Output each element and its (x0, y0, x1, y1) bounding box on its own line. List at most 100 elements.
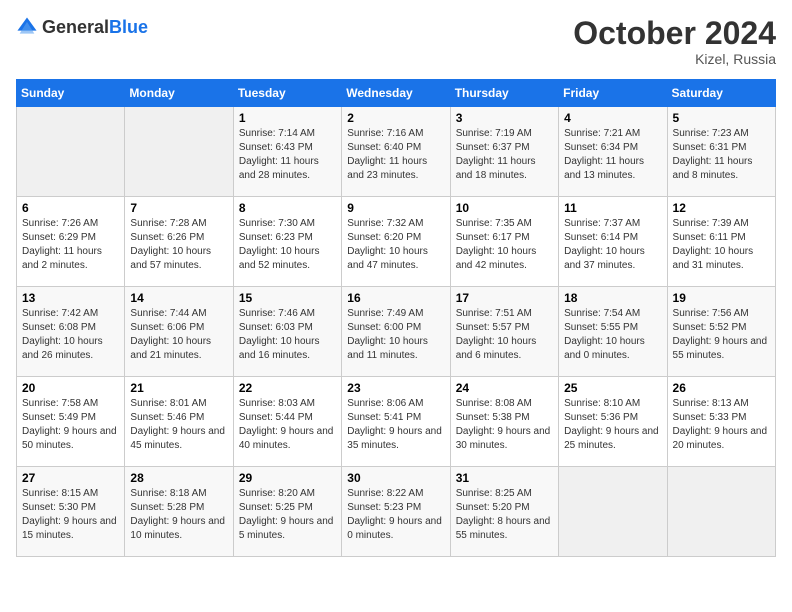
day-number: 2 (347, 111, 444, 125)
day-number: 5 (673, 111, 770, 125)
day-detail: Sunrise: 7:49 AMSunset: 6:00 PMDaylight:… (347, 307, 444, 363)
logo: GeneralBlue (16, 16, 148, 38)
day-detail: Sunrise: 8:22 AMSunset: 5:23 PMDaylight:… (347, 487, 444, 543)
day-number: 21 (130, 381, 227, 395)
calendar-cell (559, 467, 667, 557)
day-detail: Sunrise: 8:25 AMSunset: 5:20 PMDaylight:… (456, 487, 553, 543)
calendar-header-row: SundayMondayTuesdayWednesdayThursdayFrid… (17, 80, 776, 107)
day-number: 1 (239, 111, 336, 125)
day-detail: Sunrise: 7:26 AMSunset: 6:29 PMDaylight:… (22, 217, 119, 273)
day-number: 22 (239, 381, 336, 395)
calendar-cell: 7Sunrise: 7:28 AMSunset: 6:26 PMDaylight… (125, 197, 233, 287)
day-detail: Sunrise: 7:21 AMSunset: 6:34 PMDaylight:… (564, 127, 661, 183)
calendar-cell: 21 Sunrise: 8:01 AMSunset: 5:46 PMDayligh… (125, 377, 233, 467)
day-number: 27 (22, 471, 119, 485)
calendar-cell: 18Sunrise: 7:54 AMSunset: 5:55 PMDayligh… (559, 287, 667, 377)
day-detail: Sunrise: 8:10 AMSunset: 5:36 PMDaylight:… (564, 397, 661, 453)
calendar-cell (17, 107, 125, 197)
day-number: 3 (456, 111, 553, 125)
calendar-cell: 2 Sunrise: 7:16 AMSunset: 6:40 PMDaylight… (342, 107, 450, 197)
day-detail: Sunrise: 7:37 AMSunset: 6:14 PMDaylight:… (564, 217, 661, 273)
day-number: 9 (347, 201, 444, 215)
calendar-cell: 31 Sunrise: 8:25 AMSunset: 5:20 PMDayligh… (450, 467, 558, 557)
day-detail: Sunrise: 7:16 AMSunset: 6:40 PMDaylight:… (347, 127, 444, 183)
calendar-cell: 28 Sunrise: 8:18 AMSunset: 5:28 PMDayligh… (125, 467, 233, 557)
day-detail: Sunrise: 8:03 AMSunset: 5:44 PMDaylight:… (239, 397, 336, 453)
calendar-cell: 23Sunrise: 8:06 AMSunset: 5:41 PMDayligh… (342, 377, 450, 467)
calendar-week-2: 6 Sunrise: 7:26 AMSunset: 6:29 PMDaylight… (17, 197, 776, 287)
calendar-cell: 27 Sunrise: 8:15 AMSunset: 5:30 PMDayligh… (17, 467, 125, 557)
calendar-cell: 29Sunrise: 8:20 AMSunset: 5:25 PMDayligh… (233, 467, 341, 557)
calendar-cell: 11 Sunrise: 7:37 AMSunset: 6:14 PMDayligh… (559, 197, 667, 287)
day-number: 25 (564, 381, 661, 395)
day-number: 15 (239, 291, 336, 305)
day-detail: Sunrise: 8:18 AMSunset: 5:28 PMDaylight:… (130, 487, 227, 543)
day-number: 13 (22, 291, 119, 305)
header-friday: Friday (559, 80, 667, 107)
day-number: 16 (347, 291, 444, 305)
calendar-cell: 17Sunrise: 7:51 AMSunset: 5:57 PMDayligh… (450, 287, 558, 377)
calendar-cell: 12 Sunrise: 7:39 AMSunset: 6:11 PMDayligh… (667, 197, 775, 287)
header-thursday: Thursday (450, 80, 558, 107)
day-number: 28 (130, 471, 227, 485)
day-detail: Sunrise: 7:19 AMSunset: 6:37 PMDaylight:… (456, 127, 553, 183)
day-detail: Sunrise: 7:32 AMSunset: 6:20 PMDaylight:… (347, 217, 444, 273)
day-detail: Sunrise: 7:35 AMSunset: 6:17 PMDaylight:… (456, 217, 553, 273)
calendar-cell: 22 Sunrise: 8:03 AMSunset: 5:44 PMDayligh… (233, 377, 341, 467)
calendar-cell: 1 Sunrise: 7:14 AMSunset: 6:43 PMDaylight… (233, 107, 341, 197)
day-number: 7 (130, 201, 227, 215)
calendar-week-3: 13Sunrise: 7:42 AMSunset: 6:08 PMDayligh… (17, 287, 776, 377)
calendar-cell: 14Sunrise: 7:44 AMSunset: 6:06 PMDayligh… (125, 287, 233, 377)
day-number: 30 (347, 471, 444, 485)
day-number: 8 (239, 201, 336, 215)
day-number: 14 (130, 291, 227, 305)
header-tuesday: Tuesday (233, 80, 341, 107)
day-detail: Sunrise: 8:01 AMSunset: 5:46 PMDaylight:… (130, 397, 227, 453)
calendar-cell: 4 Sunrise: 7:21 AMSunset: 6:34 PMDaylight… (559, 107, 667, 197)
calendar-cell (667, 467, 775, 557)
calendar-cell: 19 Sunrise: 7:56 AMSunset: 5:52 PMDayligh… (667, 287, 775, 377)
calendar-cell: 3 Sunrise: 7:19 AMSunset: 6:37 PMDaylight… (450, 107, 558, 197)
month-title: October 2024 (573, 16, 776, 51)
day-detail: Sunrise: 8:15 AMSunset: 5:30 PMDaylight:… (22, 487, 119, 543)
calendar-cell (125, 107, 233, 197)
day-detail: Sunrise: 7:14 AMSunset: 6:43 PMDaylight:… (239, 127, 336, 183)
day-number: 26 (673, 381, 770, 395)
day-detail: Sunrise: 7:30 AMSunset: 6:23 PMDaylight:… (239, 217, 336, 273)
day-detail: Sunrise: 7:56 AMSunset: 5:52 PMDaylight:… (673, 307, 770, 363)
day-number: 6 (22, 201, 119, 215)
day-number: 17 (456, 291, 553, 305)
calendar-cell: 30 Sunrise: 8:22 AMSunset: 5:23 PMDayligh… (342, 467, 450, 557)
location: Kizel, Russia (573, 51, 776, 67)
calendar-week-5: 27 Sunrise: 8:15 AMSunset: 5:30 PMDayligh… (17, 467, 776, 557)
header-monday: Monday (125, 80, 233, 107)
calendar-cell: 8 Sunrise: 7:30 AMSunset: 6:23 PMDaylight… (233, 197, 341, 287)
day-number: 23 (347, 381, 444, 395)
header-wednesday: Wednesday (342, 80, 450, 107)
calendar-cell: 15 Sunrise: 7:46 AMSunset: 6:03 PMDayligh… (233, 287, 341, 377)
day-detail: Sunrise: 7:46 AMSunset: 6:03 PMDaylight:… (239, 307, 336, 363)
day-number: 11 (564, 201, 661, 215)
calendar-week-1: 1 Sunrise: 7:14 AMSunset: 6:43 PMDaylight… (17, 107, 776, 197)
day-detail: Sunrise: 7:39 AMSunset: 6:11 PMDaylight:… (673, 217, 770, 273)
day-detail: Sunrise: 8:13 AMSunset: 5:33 PMDaylight:… (673, 397, 770, 453)
day-number: 10 (456, 201, 553, 215)
calendar-cell: 26 Sunrise: 8:13 AMSunset: 5:33 PMDayligh… (667, 377, 775, 467)
calendar-cell: 25 Sunrise: 8:10 AMSunset: 5:36 PMDayligh… (559, 377, 667, 467)
calendar-cell: 13Sunrise: 7:42 AMSunset: 6:08 PMDayligh… (17, 287, 125, 377)
calendar-cell: 6 Sunrise: 7:26 AMSunset: 6:29 PMDaylight… (17, 197, 125, 287)
logo-text-general: General (42, 17, 109, 37)
day-number: 4 (564, 111, 661, 125)
day-number: 31 (456, 471, 553, 485)
calendar-week-4: 20Sunrise: 7:58 AMSunset: 5:49 PMDayligh… (17, 377, 776, 467)
day-number: 20 (22, 381, 119, 395)
day-number: 19 (673, 291, 770, 305)
title-area: October 2024 Kizel, Russia (573, 16, 776, 67)
calendar-cell: 24Sunrise: 8:08 AMSunset: 5:38 PMDayligh… (450, 377, 558, 467)
calendar-table: SundayMondayTuesdayWednesdayThursdayFrid… (16, 79, 776, 557)
day-number: 24 (456, 381, 553, 395)
day-number: 12 (673, 201, 770, 215)
day-detail: Sunrise: 7:54 AMSunset: 5:55 PMDaylight:… (564, 307, 661, 363)
logo-text-blue: Blue (109, 17, 148, 37)
calendar-cell: 9 Sunrise: 7:32 AMSunset: 6:20 PMDaylight… (342, 197, 450, 287)
